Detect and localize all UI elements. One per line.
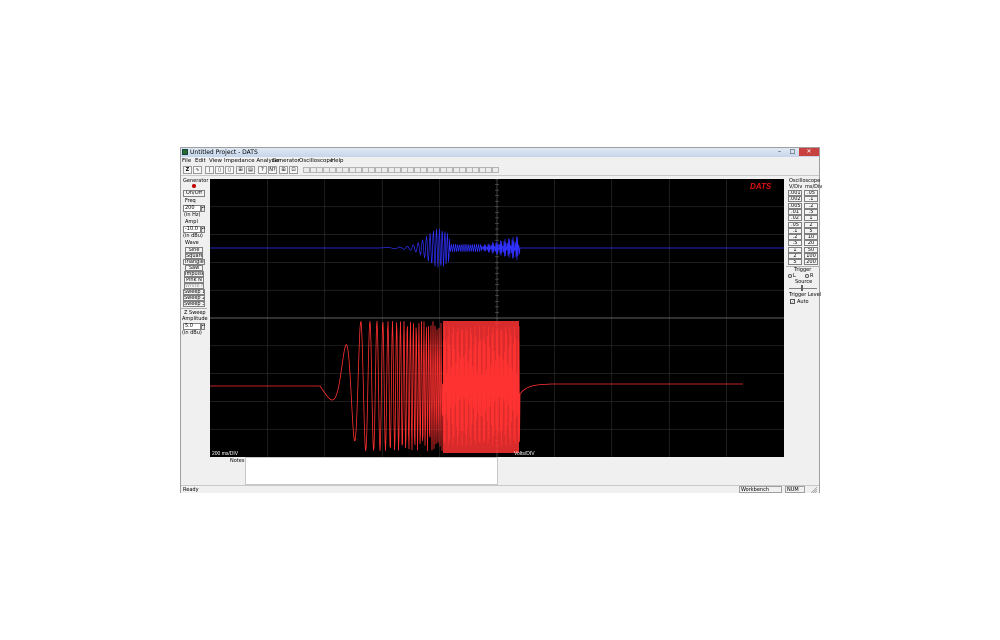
vdiv-button[interactable]: 5 [788, 259, 802, 266]
title-bar: Untitled Project - DATS – □ ✕ [181, 148, 819, 157]
vdiv-button[interactable]: 1 [788, 246, 802, 253]
msdiv-button[interactable]: 100 [804, 253, 818, 259]
resize-grip-icon[interactable] [810, 486, 818, 494]
time-div-label: 200 ms/DIV [212, 451, 239, 457]
close-button[interactable]: ✕ [799, 148, 819, 156]
help-tool-button[interactable]: ? [258, 166, 267, 174]
auto-checkbox[interactable]: ✓ [790, 299, 795, 304]
msdiv-button[interactable]: .5 [804, 208, 818, 215]
dats-logo: DATS [750, 182, 772, 191]
generator-led-icon [192, 184, 196, 188]
msdiv-button[interactable]: .05 [804, 190, 818, 196]
zsweep-spinner[interactable]: ▴▾ [201, 323, 205, 330]
freq-input[interactable]: 200 [183, 205, 201, 212]
menu-file[interactable]: File [182, 158, 191, 164]
menu-view[interactable]: View [209, 158, 222, 164]
vdiv-button[interactable]: .5 [788, 240, 802, 247]
menu-generator[interactable]: Generator [272, 158, 300, 164]
vdiv-button[interactable]: .01 [788, 208, 802, 215]
trigger-level-slider-track[interactable] [789, 288, 817, 289]
status-ready: Ready [183, 487, 199, 493]
vdiv-button[interactable]: 2 [788, 253, 802, 259]
trigger-level-label: Trigger Level [789, 292, 822, 298]
vdiv-button[interactable]: .001 [788, 190, 802, 196]
msdiv-button[interactable]: 50 [804, 246, 818, 253]
panel-divider [181, 308, 207, 309]
status-bar: Ready Workbench NUM [181, 485, 819, 494]
generator-tool-button[interactable]: ∿ [193, 166, 202, 174]
tool-button-3[interactable]: | [205, 166, 214, 174]
toolbar-disabled-button [491, 167, 499, 173]
tool-button-7[interactable]: ▤ [246, 166, 255, 174]
msdiv-button[interactable]: 200 [804, 259, 818, 266]
vdiv-button[interactable]: .002 [788, 196, 802, 203]
source-label: Source [795, 279, 813, 285]
ampl-unit-label: (in dBu) [183, 233, 203, 239]
vdiv-button[interactable]: .005 [788, 202, 802, 209]
minimize-button[interactable]: – [773, 148, 786, 156]
menu-bar: File Edit View Impedance Analyzer Genera… [181, 157, 819, 165]
trigger-left-radio[interactable] [788, 274, 792, 278]
ampl-input[interactable]: -10.0 [183, 226, 201, 233]
tool-button-5[interactable]: ▯ [225, 166, 234, 174]
msdiv-button[interactable]: .1 [804, 196, 818, 203]
freq-unit-label: (in Hz) [184, 212, 201, 218]
msdiv-button[interactable]: 2 [804, 221, 818, 228]
ampl-spinner[interactable]: ▴▾ [201, 226, 205, 233]
menu-edit[interactable]: Edit [195, 158, 206, 164]
app-window: Untitled Project - DATS – □ ✕ File Edit … [180, 147, 822, 494]
tool-button-10[interactable]: ⊞ [279, 166, 288, 174]
app-icon [182, 149, 188, 155]
auto-label: Auto [797, 299, 809, 305]
notes-label: Notes: [230, 458, 247, 464]
on-off-button[interactable]: On/Off [183, 190, 205, 197]
context-help-button[interactable]: N? [268, 166, 277, 174]
vdiv-button[interactable]: .2 [788, 234, 802, 241]
zsweep-amplitude-label: Amplitude [182, 316, 208, 322]
vdiv-button[interactable]: .1 [788, 227, 802, 234]
tool-button-11[interactable]: ⊡ [289, 166, 298, 174]
msdiv-button[interactable]: 20 [804, 240, 818, 247]
generator-title: Generator [183, 178, 209, 184]
maximize-button[interactable]: □ [786, 148, 799, 156]
trigger-level-slider-thumb[interactable] [801, 285, 803, 291]
trigger-right-radio[interactable] [805, 274, 809, 278]
msdiv-button[interactable]: 10 [804, 234, 818, 241]
tool-button-4[interactable]: ▯ [215, 166, 224, 174]
volts-div-label: Volts/DIV [514, 451, 535, 457]
msdiv-button[interactable]: 5 [804, 227, 818, 234]
msdiv-button[interactable]: .2 [804, 202, 818, 209]
freq-label: Freq [185, 198, 196, 204]
window-title: Untitled Project - DATS [190, 149, 258, 156]
tool-button-6[interactable]: ⊞ [236, 166, 245, 174]
freq-spinner[interactable]: ▴▾ [201, 205, 205, 212]
generator-panel: Generator On/Off Freq 200 ▴▾ (in Hz) Amp… [181, 178, 209, 453]
channel2-dense-burst [443, 321, 519, 453]
msdiv-button[interactable]: 1 [804, 215, 818, 222]
impedance-tool-button[interactable]: Z [183, 166, 192, 174]
trigger-title: Trigger [794, 267, 812, 273]
wave-label: Wave [185, 240, 199, 246]
vdiv-button[interactable]: .05 [788, 221, 802, 228]
zsweep-amplitude-input[interactable]: 5.0 [183, 323, 201, 330]
zsweep-unit-label: (in dBu) [182, 330, 202, 336]
status-workbench: Workbench [739, 486, 782, 493]
vdiv-button[interactable]: .02 [788, 215, 802, 222]
notes-textarea[interactable] [245, 457, 498, 485]
toolbar: Z ∿ | ▯ ▯ ⊞ ▤ ? N? ⊞ ⊡ [181, 165, 819, 176]
menu-oscilloscope[interactable]: Oscilloscope [299, 158, 333, 164]
oscilloscope-display[interactable]: DATS 200 ms/DIV Volts/DIV [210, 178, 784, 457]
scope-trace-canvas: DATS 200 ms/DIV Volts/DIV [210, 178, 784, 457]
oscilloscope-panel: Oscilloscope V/Div ms/Div .001.002.005.0… [786, 178, 822, 313]
menu-help[interactable]: Help [331, 158, 344, 164]
status-num: NUM [785, 486, 805, 493]
ampl-label: Ampl [185, 219, 198, 225]
wave-sweep3-button[interactable]: Sweep 3 [183, 301, 205, 307]
